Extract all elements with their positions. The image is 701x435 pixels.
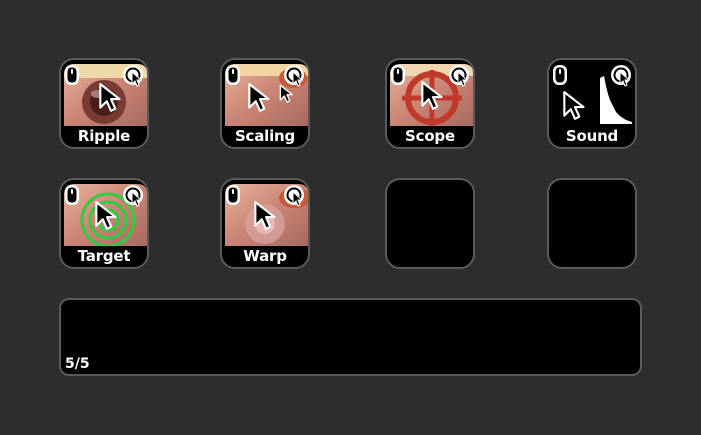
click-icon [610,64,632,88]
key-empty-1[interactable] [385,178,475,269]
key-scaling[interactable]: Scaling [220,58,310,149]
key-scope[interactable]: Scope [385,58,475,149]
key-sound[interactable]: Sound [547,58,637,149]
key-target[interactable]: Target [59,178,149,269]
mouse-icon [64,184,80,206]
click-icon [122,184,144,208]
key-label: Ripple [77,127,131,145]
click-icon [448,64,470,88]
key-empty-2[interactable] [547,178,637,269]
key-label: Sound [565,127,619,145]
page-indicator: 5/5 [65,356,90,372]
key-label: Target [77,247,131,265]
mouse-icon [225,64,241,86]
key-label: Scaling [234,127,296,145]
status-bar[interactable]: 5/5 [59,298,642,376]
mouse-icon [225,184,241,206]
mouse-icon [64,64,80,86]
key-warp[interactable]: Warp [220,178,310,269]
click-icon [122,64,144,88]
click-icon [283,184,305,208]
key-ripple[interactable]: Ripple [59,58,149,149]
mouse-icon [552,64,568,86]
key-label: Warp [243,247,287,265]
mouse-icon [390,64,406,86]
click-icon [283,64,305,88]
key-label: Scope [405,127,455,145]
